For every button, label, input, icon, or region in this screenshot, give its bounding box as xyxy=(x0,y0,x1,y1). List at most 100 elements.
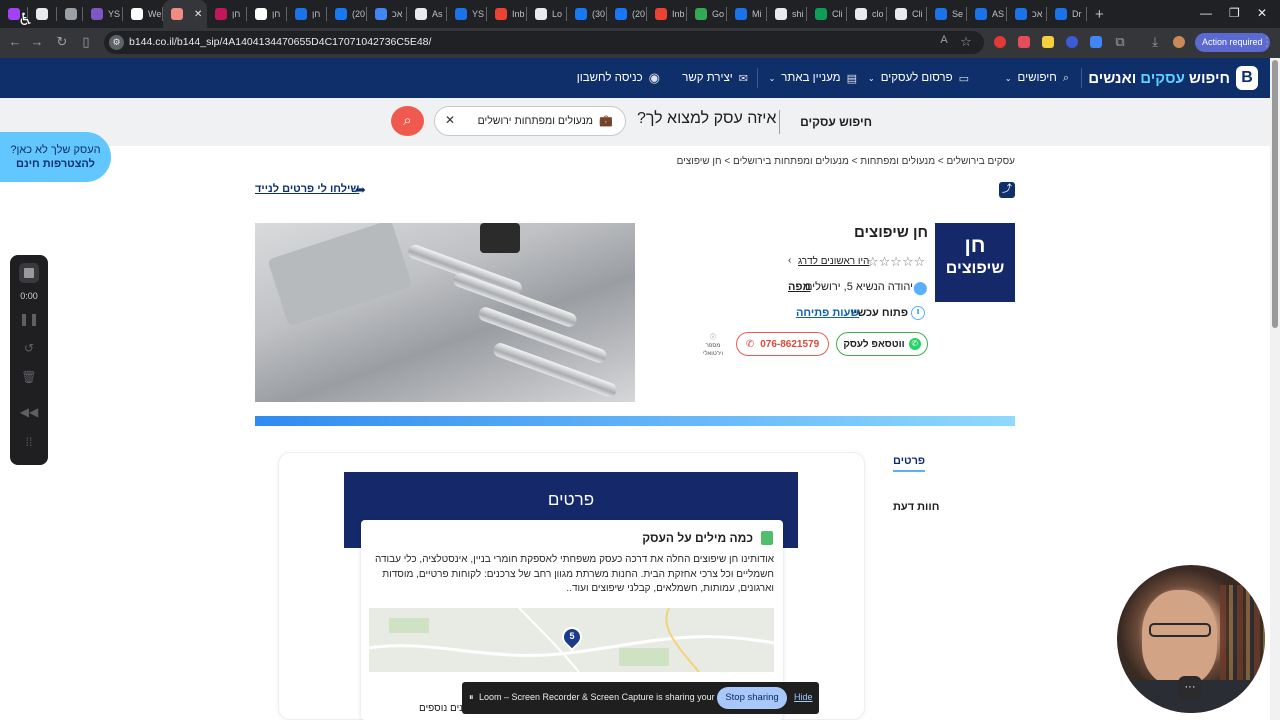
browser-menu-icon[interactable]: ⋮ xyxy=(1258,34,1276,50)
logo-word-search: חיפוש xyxy=(1188,69,1230,87)
nav-contact[interactable]: ✉ יצירת קשר xyxy=(682,58,748,98)
business-logo-line-2: שיפוצים xyxy=(945,260,1005,277)
location-pin-icon: ⬤ xyxy=(913,280,928,295)
browser-tab[interactable]: Lo xyxy=(527,0,567,28)
browser-tab[interactable]: (20 xyxy=(327,0,367,28)
site-info-icon[interactable]: ⚙ xyxy=(109,35,124,50)
stop-sharing-button[interactable]: Stop sharing xyxy=(717,687,787,709)
extension-icon[interactable] xyxy=(1042,36,1054,48)
whatsapp-button[interactable]: ✆ ווטסאפ לעסק xyxy=(836,332,928,356)
extension-icon[interactable] xyxy=(1018,36,1030,48)
browser-tab[interactable]: YS xyxy=(83,0,123,28)
business-address: יהודה הנשיא 5, ירושלים xyxy=(805,281,913,293)
nav-login[interactable]: ◉ כניסה לחשבון xyxy=(577,58,660,98)
pause-icon[interactable]: ❚❚ xyxy=(10,312,48,326)
scrollbar-thumb[interactable] xyxy=(1272,60,1278,328)
restart-icon[interactable]: ↺ xyxy=(10,341,48,355)
tab-reviews[interactable]: חוות דעת xyxy=(893,501,939,513)
translate-icon[interactable]: A xyxy=(935,34,953,46)
address-bar[interactable]: ⚙ b144.co.il/b144_sip/4A1404134470655D4C… xyxy=(104,31,984,54)
browser-tab[interactable]: חן xyxy=(207,0,247,28)
accessibility-icon[interactable]: ♿ xyxy=(18,10,33,30)
hide-banner-link[interactable]: Hide xyxy=(794,692,813,702)
join-free-promo[interactable]: העסק שלך לא כאן? להצטרפות חינם xyxy=(0,132,111,182)
rewind-icon[interactable]: ◀◀ xyxy=(10,405,48,419)
browser-tab[interactable] xyxy=(57,0,83,28)
search-divider xyxy=(779,110,780,134)
rating-stars[interactable]: ☆☆☆☆☆ xyxy=(867,254,925,270)
browser-tab[interactable]: (30 xyxy=(567,0,607,28)
side-panel-icon[interactable]: ▯ xyxy=(77,34,95,50)
reload-icon[interactable]: ↻ xyxy=(53,34,71,50)
business-hero-image xyxy=(255,223,635,402)
close-window-icon[interactable]: ✕ xyxy=(1257,6,1267,20)
browser-tab[interactable]: Go xyxy=(687,0,727,28)
browser-tab[interactable]: (20 xyxy=(607,0,647,28)
share-icon[interactable]: ⤴ xyxy=(999,182,1015,198)
browser-tab-strip: YS We ✕ חן חן חן (20 אכ As YS Inb Lo (30 (20 Inb Go Mi sh… xyxy=(0,0,1280,28)
breadcrumb[interactable]: עסקים בירושלים > מנעולים ומפתחות > מנעול… xyxy=(677,156,1015,167)
restore-window-icon[interactable]: ❐ xyxy=(1229,6,1240,20)
minimize-window-icon[interactable]: — xyxy=(1200,6,1212,20)
tab-favicon-icon xyxy=(775,8,787,20)
extension-icon[interactable] xyxy=(1066,36,1078,48)
search-input[interactable]: 💼 מנעולים ומפתחות ירושלים ✕ xyxy=(434,106,626,136)
nav-interesting[interactable]: ▤ מעניין באתר ⌄ xyxy=(769,58,857,98)
forward-icon[interactable]: → xyxy=(28,34,46,49)
tab-favicon-icon xyxy=(415,8,427,20)
browser-tab[interactable]: חן xyxy=(247,0,287,28)
back-icon[interactable]: ← xyxy=(6,34,24,49)
browser-tab[interactable]: YS xyxy=(447,0,487,28)
virtual-number-info[interactable]: ⓘ מספר וירטואלי xyxy=(695,334,731,358)
browser-tab-label: (20 xyxy=(632,9,646,19)
browser-tab[interactable]: Inb xyxy=(487,0,527,28)
url-text[interactable]: b144.co.il/b144_sip/4A1404134470655D4C17… xyxy=(129,36,431,48)
bookmark-star-icon[interactable]: ☆ xyxy=(957,34,975,50)
search-type-label[interactable]: חיפוש עסקים xyxy=(800,115,872,129)
browser-tab[interactable]: As xyxy=(407,0,447,28)
browser-tab[interactable]: Mi xyxy=(727,0,767,28)
browser-tab[interactable]: אכ xyxy=(1007,0,1047,28)
browser-tab[interactable]: Cli xyxy=(807,0,847,28)
extension-icon[interactable] xyxy=(994,36,1006,48)
browser-tab[interactable]: ✕ xyxy=(163,0,207,28)
browser-tab[interactable]: חן xyxy=(287,0,327,28)
search-button[interactable]: ⌕ xyxy=(391,106,424,136)
promo-line-1: העסק שלך לא כאן? xyxy=(10,144,101,156)
close-tab-icon[interactable]: ✕ xyxy=(194,9,202,20)
page-scrollbar[interactable] xyxy=(1270,58,1280,720)
nav-login-label: כניסה לחשבון xyxy=(576,72,643,84)
trash-icon[interactable]: 🗑 xyxy=(10,370,48,384)
profile-avatar[interactable] xyxy=(1173,36,1185,48)
first-review-link[interactable]: היו ראשונים לדרג xyxy=(798,256,869,267)
tab-favicon-icon xyxy=(65,8,77,20)
webcam-menu-button[interactable]: ··· xyxy=(1178,676,1202,700)
nav-advertise[interactable]: ▭ פרסום לעסקים ⌄ xyxy=(868,58,969,98)
map-link[interactable]: מפה xyxy=(788,281,811,293)
site-logo[interactable]: B חיפוש עסקים ואנשים xyxy=(1088,65,1258,91)
stop-recording-button[interactable] xyxy=(19,263,39,283)
extensions-puzzle-icon[interactable]: ⧉ xyxy=(1111,34,1129,50)
browser-tab[interactable]: Cli xyxy=(887,0,927,28)
clear-search-icon[interactable]: ✕ xyxy=(445,113,455,127)
browser-tab[interactable]: clo xyxy=(847,0,887,28)
business-name: חן שיפוצים xyxy=(854,224,928,241)
browser-tab[interactable]: Inb xyxy=(647,0,687,28)
phone-button[interactable]: ✆ 076-8621579 xyxy=(736,332,829,356)
tab-details[interactable]: פרטים xyxy=(893,455,926,472)
browser-tab[interactable]: Dr xyxy=(1047,0,1087,28)
browser-tab[interactable]: AS xyxy=(967,0,1007,28)
download-icon[interactable]: ⤓ xyxy=(1146,34,1164,50)
browser-tab[interactable]: We xyxy=(123,0,163,28)
opening-hours-link[interactable]: שעות פתיחה xyxy=(796,307,859,319)
more-text: נים נוספים xyxy=(419,703,464,714)
search-value[interactable]: מנעולים ומפתחות ירושלים xyxy=(478,115,593,127)
browser-tab[interactable]: Se xyxy=(927,0,967,28)
new-tab-button[interactable]: + xyxy=(1095,6,1104,23)
nav-searches[interactable]: ⌕ חיפושים ⌄ xyxy=(1005,58,1069,98)
extension-icon[interactable] xyxy=(1090,36,1102,48)
browser-tab[interactable]: אכ xyxy=(367,0,407,28)
chevron-down-icon[interactable]: ▼ xyxy=(795,17,805,28)
drag-handle-icon[interactable]: ⁞⁞ xyxy=(10,435,48,449)
send-details-link[interactable]: שילחו לי פרטים לנייד xyxy=(255,183,359,195)
